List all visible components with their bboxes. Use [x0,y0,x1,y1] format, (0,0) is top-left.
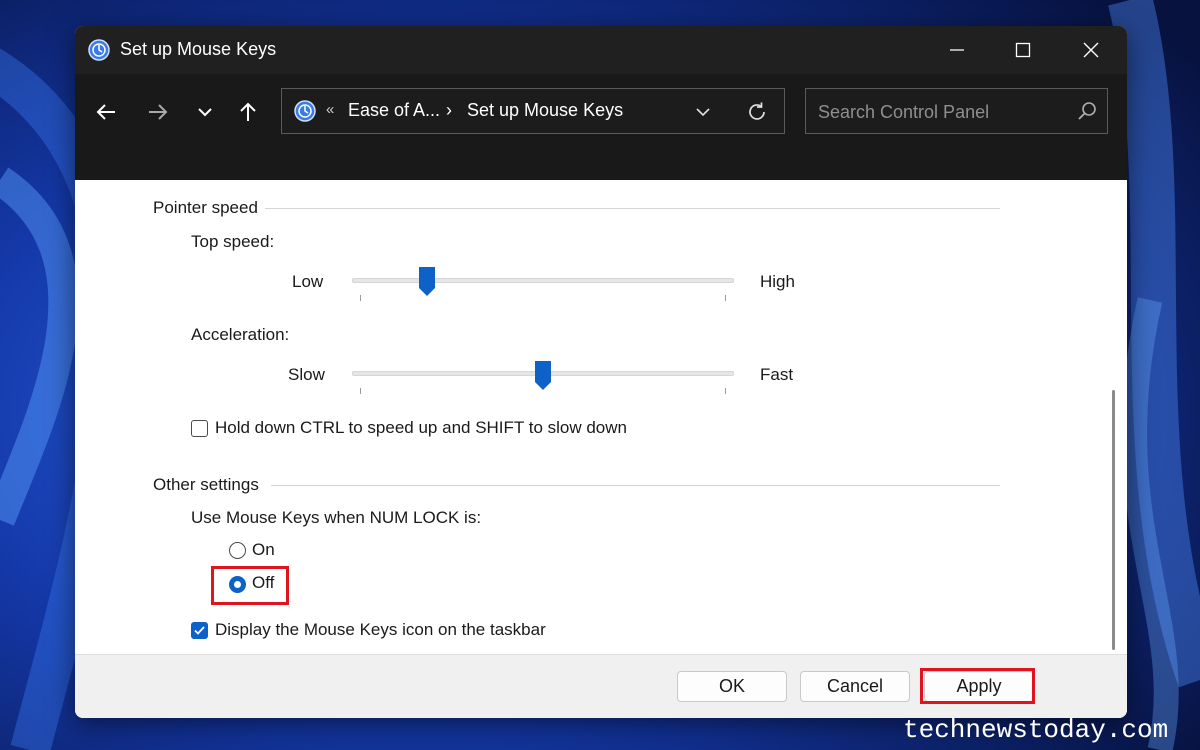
maximize-button[interactable] [989,26,1057,74]
arrow-left-icon [96,104,115,120]
back-button[interactable] [89,95,123,129]
chevron-down-icon[interactable] [692,101,714,123]
search-input[interactable] [816,97,1070,127]
search-box[interactable] [805,88,1108,134]
top-speed-label: Top speed: [191,232,275,251]
acceleration-fast-label: Fast [760,365,794,384]
dialog-footer: OK Cancel Apply [75,654,1127,718]
close-button[interactable] [1057,26,1125,74]
other-settings-heading: Other settings [153,475,259,494]
refresh-icon[interactable] [745,100,769,124]
slider-tick [360,295,361,301]
minimize-icon [950,49,964,51]
ease-of-access-icon [294,100,316,122]
vertical-scrollbar[interactable] [1112,390,1115,650]
title-bar: Set up Mouse Keys [75,26,1127,74]
arrow-right-icon [149,104,168,120]
breadcrumb-ease-of-access[interactable]: Ease of A... [348,100,440,121]
slider-tick [360,388,361,394]
acceleration-slow-label: Slow [288,365,325,384]
apply-button-highlight [920,668,1035,704]
num-lock-label: Use Mouse Keys when NUM LOCK is: [191,508,482,527]
group-divider [271,485,1000,486]
search-icon[interactable] [1076,101,1098,123]
acceleration-label: Acceleration: [191,325,290,344]
top-speed-slider-track[interactable] [352,278,734,283]
ctrl-shift-checkbox[interactable] [191,420,208,437]
taskbar-icon-checkbox[interactable] [191,622,208,639]
top-speed-high-label: High [760,272,795,291]
off-option-highlight [211,566,289,605]
breadcrumb-current[interactable]: Set up Mouse Keys [467,100,623,121]
close-icon [1083,42,1099,58]
chevron-down-icon [198,108,212,117]
acceleration-slider-thumb[interactable] [534,360,552,392]
forward-button[interactable] [141,95,175,129]
cancel-button[interactable]: Cancel [800,671,910,702]
taskbar-icon-label[interactable]: Display the Mouse Keys icon on the taskb… [215,620,546,640]
num-lock-on-radio[interactable] [229,542,246,559]
minimize-button[interactable] [923,26,991,74]
ok-button[interactable]: OK [677,671,787,702]
window-title: Set up Mouse Keys [120,39,277,59]
arrow-up-icon [240,102,256,121]
num-lock-on-label[interactable]: On [252,540,275,560]
pointer-speed-heading: Pointer speed [153,198,258,217]
maximize-icon [1015,42,1031,58]
recent-locations-button[interactable] [188,95,222,129]
ctrl-shift-label[interactable]: Hold down CTRL to speed up and SHIFT to … [215,418,627,438]
checkmark-icon [194,626,205,635]
mouse-keys-window: Set up Mouse Keys « Ease of A... › Set u… [75,26,1127,718]
group-divider [265,208,1000,209]
settings-content: Pointer speed Top speed: Low High Accele… [75,180,1127,654]
breadcrumb-overflow[interactable]: « [326,101,334,118]
top-speed-low-label: Low [292,272,324,291]
slider-tick [725,295,726,301]
top-speed-slider-thumb[interactable] [418,266,436,298]
site-watermark: technewstoday.com [903,715,1169,745]
address-bar[interactable]: « Ease of A... › Set up Mouse Keys [281,88,785,134]
breadcrumb-separator[interactable]: › [446,100,452,121]
slider-tick [725,388,726,394]
up-button[interactable] [231,95,265,129]
ease-of-access-icon [88,39,110,61]
